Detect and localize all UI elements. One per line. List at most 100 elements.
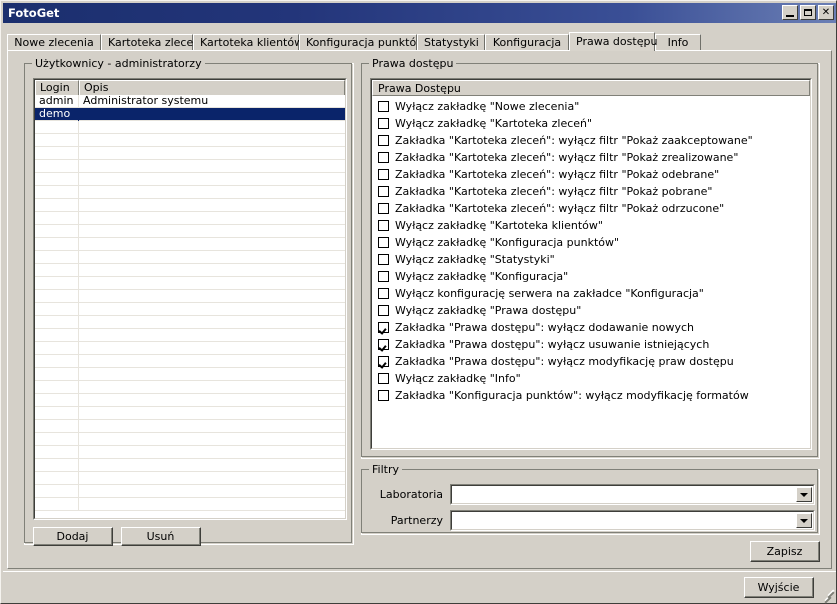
- right-item-row[interactable]: Zakładka "Kartoteka zleceń": wyłącz filt…: [372, 132, 810, 149]
- right-item-row[interactable]: Wyłącz zakładkę "Kartoteka zleceń": [372, 115, 810, 132]
- tab-kartoteka-klientów[interactable]: Kartoteka klientów: [193, 34, 303, 51]
- right-item-row[interactable]: Zakładka "Prawa dostępu": wyłącz dodawan…: [372, 319, 810, 336]
- right-item-row[interactable]: Wyłącz zakładkę "Statystyki": [372, 251, 810, 268]
- table-row-empty[interactable]: [35, 160, 345, 173]
- right-item-row[interactable]: Wyłącz zakładkę "Nowe zlecenia": [372, 98, 810, 115]
- right-item-row[interactable]: Zakładka "Kartoteka zleceń": wyłącz filt…: [372, 149, 810, 166]
- checkbox-unchecked-icon[interactable]: [378, 203, 389, 214]
- checkbox-unchecked-icon[interactable]: [378, 118, 389, 129]
- table-row-empty[interactable]: [35, 368, 345, 381]
- right-item-row[interactable]: Zakładka "Prawa dostępu": wyłącz modyfik…: [372, 353, 810, 370]
- right-item-row[interactable]: Wyłącz zakładkę "Kartoteka klientów": [372, 217, 810, 234]
- tab-nowe-zlecenia[interactable]: Nowe zlecenia: [7, 34, 101, 51]
- right-item-row[interactable]: Zakładka "Kartoteka zleceń": wyłącz filt…: [372, 183, 810, 200]
- table-row-empty[interactable]: [35, 212, 345, 225]
- chevron-down-icon[interactable]: [796, 513, 812, 528]
- table-row[interactable]: demo: [35, 108, 345, 121]
- rights-list-body[interactable]: Wyłącz zakładkę "Nowe zlecenia" Wyłącz za…: [372, 96, 810, 404]
- users-grid-column-header[interactable]: Opis: [79, 80, 345, 95]
- exit-button[interactable]: Wyjście: [744, 577, 814, 598]
- right-item-row[interactable]: Zakładka "Kartoteka zleceń": wyłącz filt…: [372, 166, 810, 183]
- right-item-row[interactable]: Wyłącz zakładkę "Info": [372, 370, 810, 387]
- tab-konfiguracja[interactable]: Konfiguracja: [485, 34, 569, 51]
- checkbox-unchecked-icon[interactable]: [378, 271, 389, 282]
- checkbox-unchecked-icon[interactable]: [378, 220, 389, 231]
- table-row-empty[interactable]: [35, 355, 345, 368]
- close-button[interactable]: ✕: [818, 5, 834, 20]
- table-row-empty[interactable]: [35, 433, 345, 446]
- add-user-button[interactable]: Dodaj: [33, 527, 113, 546]
- right-item-row[interactable]: Zakładka "Prawa dostępu": wyłącz usuwani…: [372, 336, 810, 353]
- table-row-empty[interactable]: [35, 173, 345, 186]
- checkbox-unchecked-icon[interactable]: [378, 373, 389, 384]
- checkbox-unchecked-icon[interactable]: [378, 152, 389, 163]
- table-row-empty[interactable]: [35, 329, 345, 342]
- chevron-down-icon[interactable]: [796, 487, 812, 502]
- checkbox-unchecked-icon[interactable]: [378, 305, 389, 316]
- table-row-empty[interactable]: [35, 225, 345, 238]
- right-item-row[interactable]: Zakładka "Konfiguracja punktów": wyłącz …: [372, 387, 810, 404]
- tab-prawa-dostępu[interactable]: Prawa dostępu: [569, 32, 657, 51]
- table-row-empty[interactable]: [35, 238, 345, 251]
- checkbox-unchecked-icon[interactable]: [378, 254, 389, 265]
- tab-kartoteka-zleceń[interactable]: Kartoteka zleceń: [101, 34, 200, 51]
- users-grid[interactable]: Login Opis admin Administrator systemu demo: [33, 78, 347, 520]
- users-grid-body[interactable]: admin Administrator systemu demo: [35, 95, 345, 511]
- checkbox-unchecked-icon[interactable]: [378, 186, 389, 197]
- filter-combobox-laboratoria[interactable]: [450, 484, 815, 505]
- table-row-empty[interactable]: [35, 277, 345, 290]
- table-row-empty[interactable]: [35, 199, 345, 212]
- table-row-empty[interactable]: [35, 407, 345, 420]
- right-item-label: Zakładka "Prawa dostępu": wyłącz dodawan…: [395, 320, 695, 334]
- table-row-empty[interactable]: [35, 394, 345, 407]
- maximize-button[interactable]: [800, 5, 816, 20]
- table-row-empty[interactable]: [35, 121, 345, 134]
- checkbox-unchecked-icon[interactable]: [378, 237, 389, 248]
- table-row-empty[interactable]: [35, 472, 345, 485]
- table-row-empty[interactable]: [35, 446, 345, 459]
- empty-cell: [35, 121, 79, 134]
- table-row-empty[interactable]: [35, 316, 345, 329]
- checkbox-unchecked-icon[interactable]: [378, 390, 389, 401]
- users-grid-column-header[interactable]: Login: [35, 80, 79, 95]
- minimize-button[interactable]: [782, 5, 798, 20]
- table-row-empty[interactable]: [35, 134, 345, 147]
- table-row-empty[interactable]: [35, 147, 345, 160]
- tab-statystyki[interactable]: Statystyki: [417, 34, 485, 51]
- table-row-empty[interactable]: [35, 186, 345, 199]
- right-item-row[interactable]: Zakładka "Kartoteka zleceń": wyłącz filt…: [372, 200, 810, 217]
- table-row-empty[interactable]: [35, 485, 345, 498]
- title-bar[interactable]: FotoGet ✕: [3, 3, 836, 23]
- save-button[interactable]: Zapisz: [750, 541, 820, 562]
- filter-combobox-partnerzy[interactable]: [450, 510, 815, 531]
- tab-label: Kartoteka klientów: [200, 36, 304, 49]
- checkbox-unchecked-icon[interactable]: [378, 101, 389, 112]
- table-row[interactable]: admin Administrator systemu: [35, 95, 345, 108]
- checkbox-unchecked-icon[interactable]: [378, 135, 389, 146]
- rights-list-view[interactable]: Prawa Dostępu Wyłącz zakładkę "Nowe zlec…: [370, 78, 812, 450]
- empty-cell: [79, 381, 345, 394]
- table-row-empty[interactable]: [35, 498, 345, 511]
- right-item-row[interactable]: Wyłącz zakładkę "Konfiguracja": [372, 268, 810, 285]
- tab-info[interactable]: Info: [655, 34, 701, 51]
- rights-list-header[interactable]: Prawa Dostępu: [372, 80, 810, 96]
- checkbox-checked-icon[interactable]: [378, 322, 389, 333]
- right-item-row[interactable]: Wyłącz zakładkę "Konfiguracja punktów": [372, 234, 810, 251]
- table-row-empty[interactable]: [35, 420, 345, 433]
- table-row-empty[interactable]: [35, 459, 345, 472]
- table-row-empty[interactable]: [35, 381, 345, 394]
- checkbox-unchecked-icon[interactable]: [378, 288, 389, 299]
- tab-konfiguracja-punktów[interactable]: Konfiguracja punktów: [299, 34, 425, 51]
- checkbox-unchecked-icon[interactable]: [378, 169, 389, 180]
- table-row-empty[interactable]: [35, 303, 345, 316]
- checkbox-checked-icon[interactable]: [378, 339, 389, 350]
- delete-user-button[interactable]: Usuń: [121, 527, 201, 546]
- table-row-empty[interactable]: [35, 251, 345, 264]
- table-row-empty[interactable]: [35, 264, 345, 277]
- right-item-row[interactable]: Wyłącz zakładkę "Prawa dostępu": [372, 302, 810, 319]
- table-row-empty[interactable]: [35, 290, 345, 303]
- checkbox-checked-icon[interactable]: [378, 356, 389, 367]
- resize-grip-icon[interactable]: [820, 587, 835, 604]
- table-row-empty[interactable]: [35, 342, 345, 355]
- right-item-row[interactable]: Wyłącz konfigurację serwera na zakładce …: [372, 285, 810, 302]
